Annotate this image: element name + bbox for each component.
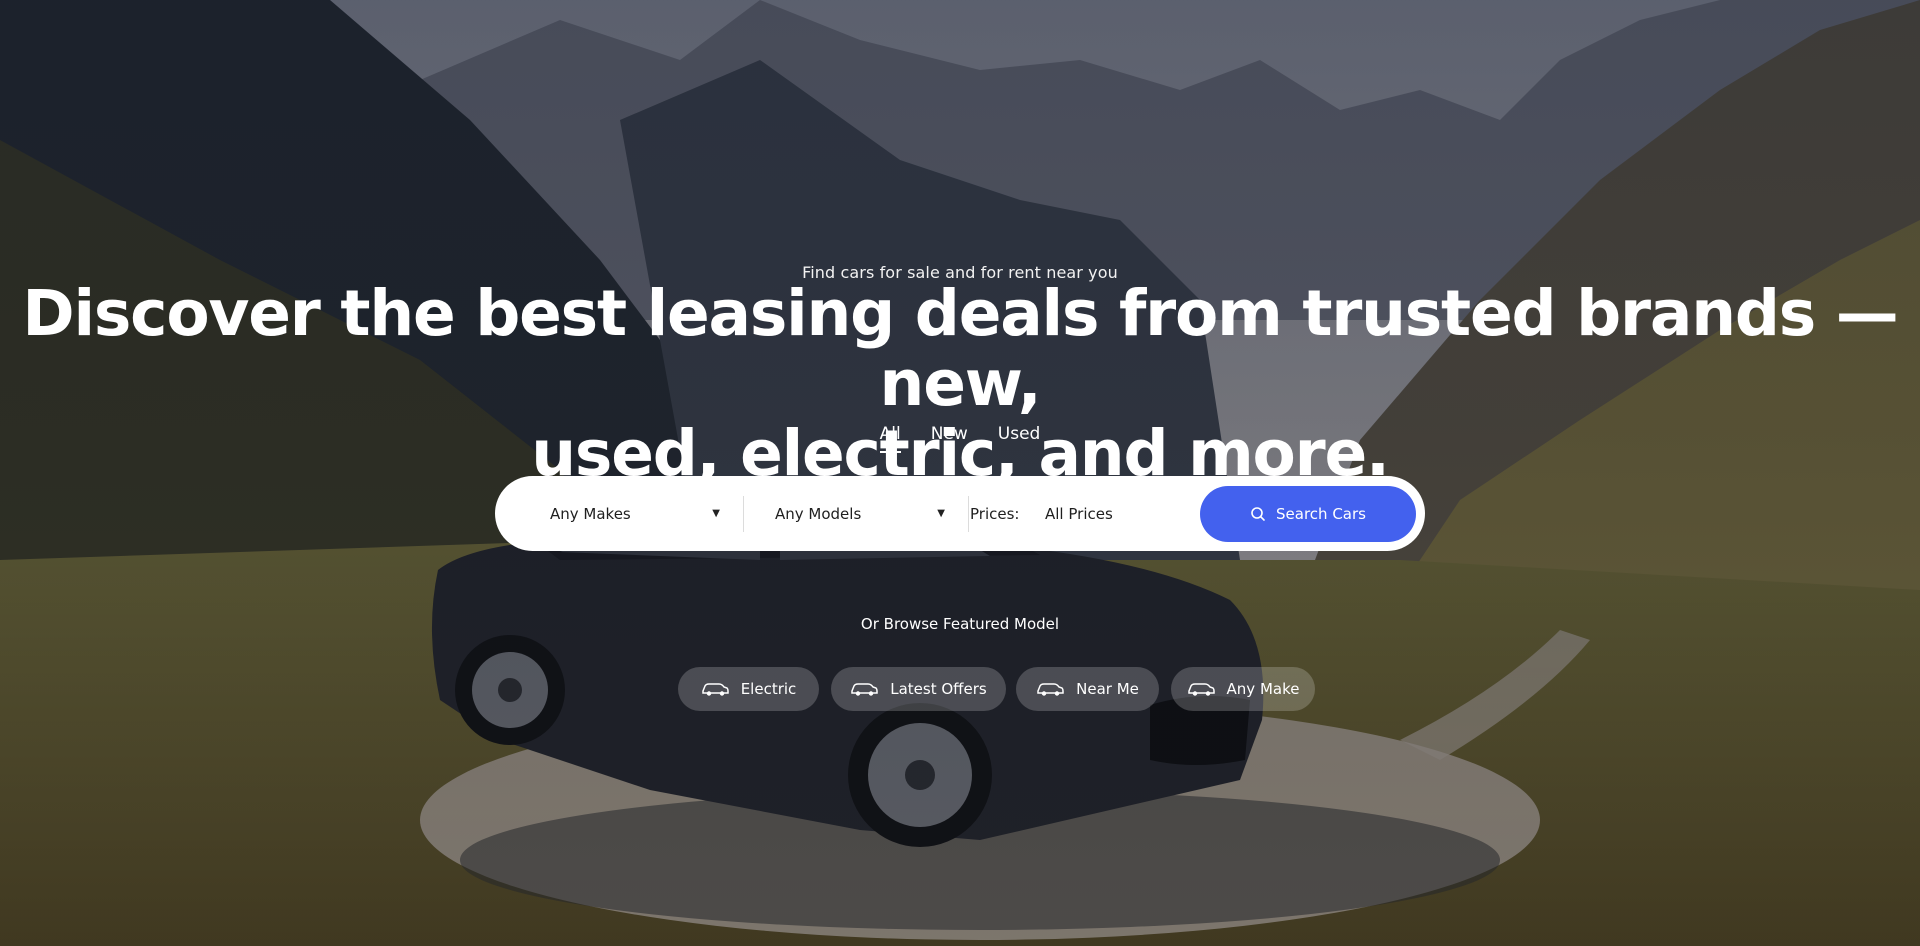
hero-section: Find cars for sale and for rent near you… (0, 0, 1920, 946)
featured-latest-offers-label: Latest Offers (890, 680, 987, 698)
featured-near-me-button[interactable]: Near Me (1016, 667, 1159, 711)
featured-heading: Or Browse Featured Model (860, 615, 1060, 633)
tab-new[interactable]: New (931, 424, 968, 453)
chevron-down-icon: ▼ (712, 508, 720, 519)
featured-latest-offers-button[interactable]: Latest Offers (831, 667, 1006, 711)
prices-label: Prices: (970, 505, 1020, 523)
tab-used[interactable]: Used (998, 424, 1041, 453)
search-bar: Any Makes ▼ Any Models ▼ Prices: All Pri… (495, 476, 1425, 551)
tab-all[interactable]: All (879, 424, 901, 453)
car-icon (1187, 683, 1215, 696)
divider (743, 496, 744, 532)
search-cars-label: Search Cars (1276, 505, 1366, 523)
model-select[interactable]: Any Models ▼ (775, 492, 945, 535)
featured-near-me-label: Near Me (1076, 680, 1139, 698)
car-icon (1037, 683, 1064, 696)
divider (968, 496, 969, 532)
condition-tabs: All New Used (0, 424, 1920, 453)
car-icon (701, 683, 729, 696)
chevron-down-icon: ▼ (937, 508, 945, 519)
featured-any-make-button[interactable]: Any Make (1171, 667, 1315, 711)
hero-headline: Discover the best leasing deals from tru… (0, 279, 1920, 489)
featured-model-list: Electric Latest Offers Near Me Any Make (0, 667, 1920, 711)
search-cars-button[interactable]: Search Cars (1200, 486, 1416, 542)
model-select-value: Any Models (775, 504, 862, 523)
car-icon (851, 683, 878, 696)
make-select[interactable]: Any Makes ▼ (550, 492, 720, 535)
featured-electric-label: Electric (740, 680, 797, 698)
search-icon (1251, 507, 1265, 521)
featured-electric-button[interactable]: Electric (678, 667, 819, 711)
make-select-value: Any Makes (550, 504, 631, 523)
prices-select[interactable]: All Prices (1045, 505, 1113, 523)
hero-headline-line-1: Discover the best leasing deals from tru… (22, 277, 1898, 420)
featured-any-make-label: Any Make (1226, 680, 1300, 698)
